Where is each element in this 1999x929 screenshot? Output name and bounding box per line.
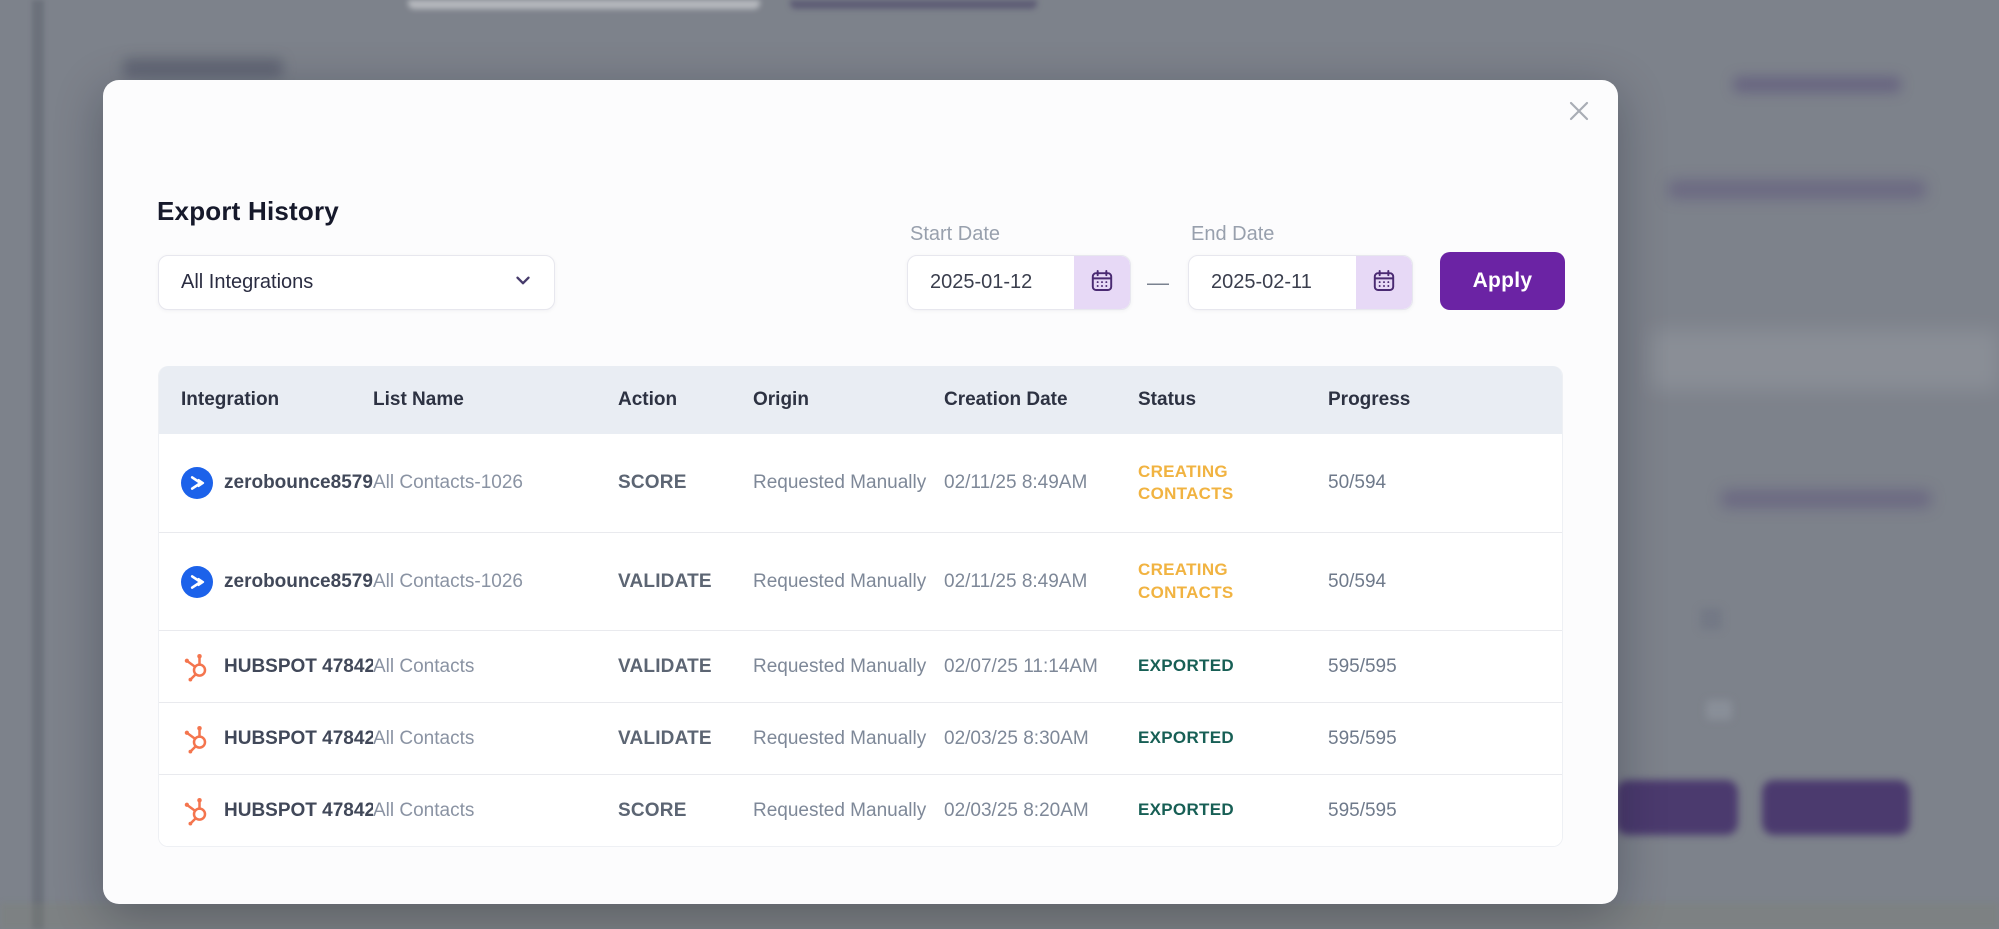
start-date-value: 2025-01-12 <box>908 271 1074 294</box>
origin-cell: Requested Manually <box>753 800 944 822</box>
column-header: Creation Date <box>944 389 1138 411</box>
blurred-tab-light <box>408 0 760 9</box>
page-title: Export History <box>157 196 339 227</box>
integration-cell: HUBSPOT 47842 <box>181 795 373 827</box>
integration-name: zerobounce8579 <box>224 571 373 593</box>
integration-dropdown[interactable]: All Integrations <box>158 255 555 310</box>
origin-cell: Requested Manually <box>753 472 944 494</box>
export-table: IntegrationList NameActionOriginCreation… <box>158 366 1563 847</box>
end-date-value: 2025-02-11 <box>1189 271 1356 294</box>
creation-date-cell: 02/07/25 11:14AM <box>944 656 1138 678</box>
zerobounce-icon <box>181 566 213 598</box>
progress-cell: 595/595 <box>1328 728 1562 750</box>
table-body: zerobounce8579 All Contacts-1026 SCORE R… <box>159 434 1562 846</box>
start-date-input[interactable]: 2025-01-12 <box>907 255 1131 310</box>
blurred-sidebar-edge <box>32 0 44 929</box>
blurred-panel-band <box>1650 330 1999 390</box>
blurred-bottom-band <box>0 903 1999 929</box>
status-cell: CREATING CONTACTS <box>1138 559 1328 603</box>
action-cell: SCORE <box>618 800 753 822</box>
action-cell: VALIDATE <box>618 728 753 750</box>
date-range-separator: — <box>1143 255 1173 310</box>
origin-cell: Requested Manually <box>753 571 944 593</box>
table-row: zerobounce8579 All Contacts-1026 VALIDAT… <box>159 532 1562 630</box>
blurred-pencil-icon <box>1700 608 1722 630</box>
export-history-modal: Export History All Integrations Start Da… <box>103 80 1618 904</box>
end-date-label: End Date <box>1191 223 1274 246</box>
hubspot-icon <box>181 795 213 827</box>
list-name-cell: All Contacts-1026 <box>373 571 618 593</box>
column-header: List Name <box>373 389 618 411</box>
column-header: Integration <box>181 389 373 411</box>
zerobounce-icon <box>181 467 213 499</box>
integration-cell: zerobounce8579 <box>181 566 373 598</box>
hubspot-icon <box>181 651 213 683</box>
blurred-logo <box>123 58 283 78</box>
table-row: HUBSPOT 47842 All Contacts VALIDATE Requ… <box>159 630 1562 702</box>
status-badge: CREATING CONTACTS <box>1138 559 1258 603</box>
start-date-calendar-button[interactable] <box>1074 256 1130 309</box>
blurred-button-primary <box>1616 780 1738 835</box>
blurred-heading <box>1668 180 1926 199</box>
action-cell: VALIDATE <box>618 656 753 678</box>
status-cell: EXPORTED <box>1138 727 1328 749</box>
status-badge: EXPORTED <box>1138 799 1234 821</box>
list-name-cell: All Contacts <box>373 656 618 678</box>
table-header: IntegrationList NameActionOriginCreation… <box>159 366 1562 434</box>
integration-cell: HUBSPOT 47842 <box>181 723 373 755</box>
status-badge: CREATING CONTACTS <box>1138 461 1258 505</box>
table-row: HUBSPOT 47842 All Contacts VALIDATE Requ… <box>159 702 1562 774</box>
integration-cell: HUBSPOT 47842 <box>181 651 373 683</box>
column-header: Status <box>1138 389 1328 411</box>
status-badge: EXPORTED <box>1138 727 1234 749</box>
table-row: zerobounce8579 All Contacts-1026 SCORE R… <box>159 434 1562 532</box>
origin-cell: Requested Manually <box>753 656 944 678</box>
integration-name: HUBSPOT 47842 <box>224 800 373 822</box>
integration-name: HUBSPOT 47842 <box>224 656 373 678</box>
creation-date-cell: 02/11/25 8:49AM <box>944 571 1138 593</box>
column-header: Action <box>618 389 753 411</box>
chevron-down-icon <box>512 269 534 296</box>
end-date-input[interactable]: 2025-02-11 <box>1188 255 1413 310</box>
calendar-icon <box>1089 268 1115 297</box>
close-icon <box>1566 98 1592 127</box>
status-cell: CREATING CONTACTS <box>1138 461 1328 505</box>
integration-name: zerobounce8579 <box>224 472 373 494</box>
dropdown-selected-value: All Integrations <box>181 271 313 294</box>
table-row: HUBSPOT 47842 All Contacts SCORE Request… <box>159 774 1562 846</box>
progress-cell: 595/595 <box>1328 656 1562 678</box>
origin-cell: Requested Manually <box>753 728 944 750</box>
blurred-subheading <box>1721 490 1931 508</box>
progress-cell: 595/595 <box>1328 800 1562 822</box>
apply-button[interactable]: Apply <box>1440 252 1565 310</box>
close-button[interactable] <box>1559 92 1599 132</box>
progress-cell: 50/594 <box>1328 472 1562 494</box>
blurred-smudge <box>1706 700 1732 720</box>
integration-cell: zerobounce8579 <box>181 467 373 499</box>
action-cell: VALIDATE <box>618 571 753 593</box>
list-name-cell: All Contacts-1026 <box>373 472 618 494</box>
status-cell: EXPORTED <box>1138 799 1328 821</box>
blurred-tab-dark <box>790 0 1037 9</box>
blurred-link <box>1733 76 1901 93</box>
action-cell: SCORE <box>618 472 753 494</box>
progress-cell: 50/594 <box>1328 571 1562 593</box>
blurred-button-secondary <box>1762 780 1910 835</box>
list-name-cell: All Contacts <box>373 800 618 822</box>
creation-date-cell: 02/03/25 8:30AM <box>944 728 1138 750</box>
creation-date-cell: 02/11/25 8:49AM <box>944 472 1138 494</box>
creation-date-cell: 02/03/25 8:20AM <box>944 800 1138 822</box>
status-cell: EXPORTED <box>1138 655 1328 677</box>
column-header: Progress <box>1328 389 1562 411</box>
end-date-calendar-button[interactable] <box>1356 256 1412 309</box>
integration-name: HUBSPOT 47842 <box>224 728 373 750</box>
column-header: Origin <box>753 389 944 411</box>
status-badge: EXPORTED <box>1138 655 1234 677</box>
list-name-cell: All Contacts <box>373 728 618 750</box>
calendar-icon <box>1371 268 1397 297</box>
start-date-label: Start Date <box>910 223 1000 246</box>
hubspot-icon <box>181 723 213 755</box>
